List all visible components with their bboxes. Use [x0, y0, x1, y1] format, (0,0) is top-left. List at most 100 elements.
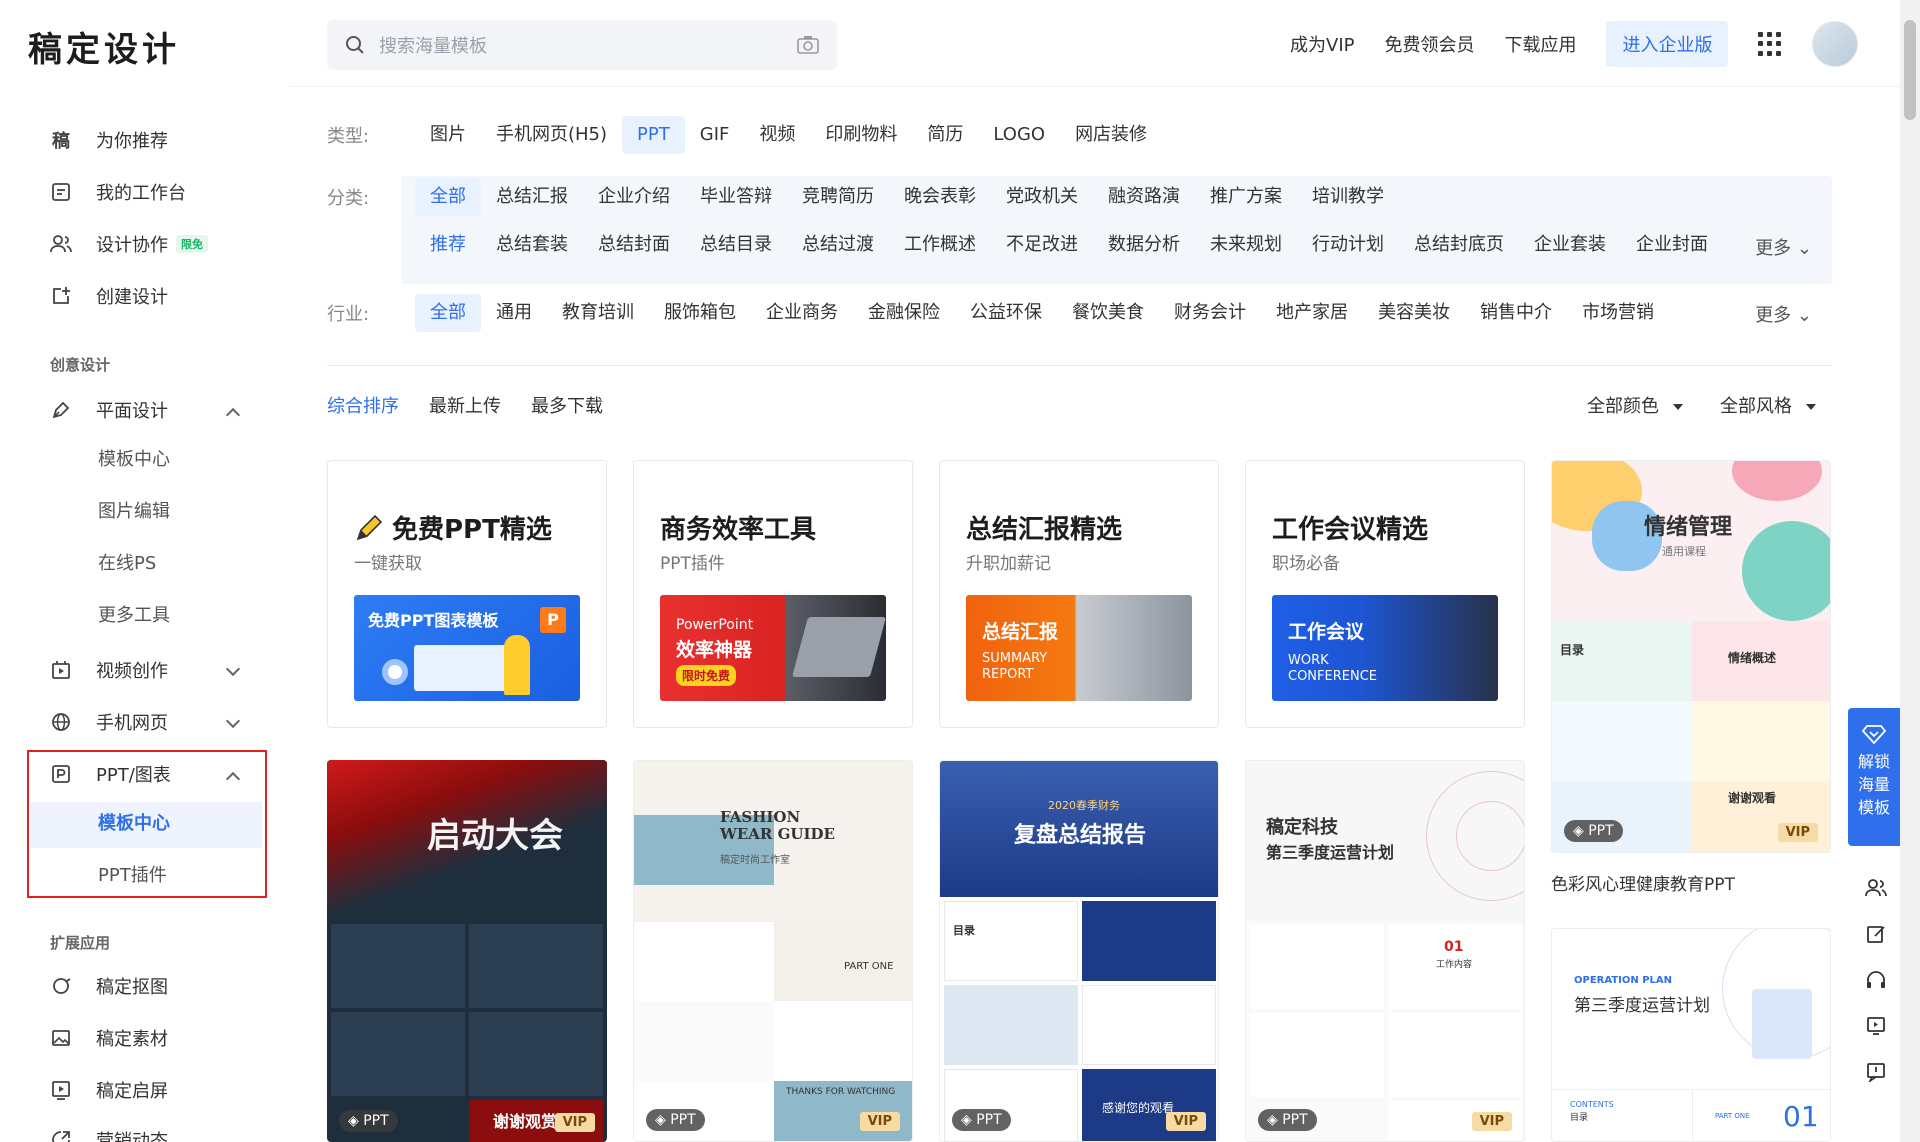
subcategory-option[interactable]: 未来规划 [1195, 226, 1297, 264]
sidebar-item-splash[interactable]: 稿定启屏 [50, 1070, 168, 1110]
sidebar-item-create[interactable]: 创建设计 [50, 276, 168, 316]
category-option[interactable]: 毕业答辩 [685, 178, 787, 216]
sort-option[interactable]: 最多下载 [531, 392, 603, 418]
headset-icon[interactable] [1852, 957, 1900, 1003]
sidebar-item-ppt[interactable]: PPT/图表 [50, 754, 171, 794]
template-card-emotion[interactable]: 情绪管理 通用课程 目录 情绪概述 谢谢观看 ◈ PPT VIP [1551, 460, 1831, 853]
sidebar-sub-ppt-plugin[interactable]: PPT插件 [98, 856, 167, 896]
enterprise-button[interactable]: 进入企业版 [1606, 21, 1729, 67]
search-box[interactable]: 搜索海量模板 [327, 20, 837, 70]
search-input[interactable]: 搜索海量模板 [379, 32, 797, 58]
sidebar-item-mobile-web[interactable]: 手机网页 [50, 702, 168, 742]
template-card-fashion[interactable]: FASHION WEAR GUIDE 稿定时尚工作室 PART ONE THAN… [633, 760, 913, 1142]
industry-option-selected[interactable]: 全部 [415, 294, 481, 332]
sidebar-item-workspace[interactable]: 我的工作台 [50, 172, 186, 212]
industry-option[interactable]: 通用 [481, 294, 547, 332]
type-option[interactable]: LOGO [978, 116, 1060, 154]
unlock-templates-button[interactable]: 解锁 海量 模板 [1848, 708, 1900, 846]
industry-option[interactable]: 市场营销 [1567, 294, 1669, 332]
subcategory-option[interactable]: 企业套装 [1519, 226, 1621, 264]
subcategory-option[interactable]: 总结过渡 [787, 226, 889, 264]
sidebar-item-video[interactable]: 视频创作 [50, 650, 168, 690]
industry-option[interactable]: 美容美妆 [1363, 294, 1465, 332]
template-card-review[interactable]: 2020春季财务 复盘总结报告 目录 感谢您的观看 ◈ PPT VIP [939, 760, 1219, 1142]
industry-option[interactable]: 企业商务 [751, 294, 853, 332]
template-caption[interactable]: 色彩风心理健康教育PPT [1551, 870, 1735, 895]
industry-option[interactable]: 教育培训 [547, 294, 649, 332]
type-option[interactable]: 网店装修 [1060, 116, 1162, 154]
chevron-down-icon[interactable] [225, 661, 241, 677]
chevron-up-icon[interactable] [225, 407, 241, 423]
template-card-q3-blue[interactable]: OPERATION PLAN 第三季度运营计划 CONTENTS 目录 PART … [1551, 928, 1831, 1142]
subcategory-option[interactable]: 总结套装 [481, 226, 583, 264]
type-option-selected[interactable]: PPT [622, 116, 685, 154]
category-more-button[interactable]: 更多 ⌄ [1755, 234, 1812, 260]
subcategory-option[interactable]: 不足改进 [991, 226, 1093, 264]
sidebar-item-cutout[interactable]: 稿定抠图 [50, 966, 168, 1006]
industry-option[interactable]: 服饰箱包 [649, 294, 751, 332]
edit-icon[interactable] [1852, 911, 1900, 957]
free-membership-link[interactable]: 免费领会员 [1384, 31, 1474, 57]
sidebar-item-recommend[interactable]: 稿 为你推荐 [50, 120, 168, 160]
type-option[interactable]: GIF [685, 116, 745, 154]
type-option[interactable]: 视频 [744, 116, 810, 154]
subcategory-option[interactable]: 总结封面 [583, 226, 685, 264]
page-scrollbar[interactable] [1900, 0, 1920, 1142]
category-option[interactable]: 晚会表彰 [889, 178, 991, 216]
category-option[interactable]: 企业介绍 [583, 178, 685, 216]
category-option[interactable]: 党政机关 [991, 178, 1093, 216]
subcategory-option[interactable]: 工作概述 [889, 226, 991, 264]
sidebar-sub-image-edit[interactable]: 图片编辑 [98, 492, 170, 532]
style-dropdown[interactable]: 全部风格 [1720, 392, 1816, 418]
subcategory-option[interactable]: 总结封底页 [1399, 226, 1519, 264]
industry-option[interactable]: 地产家居 [1261, 294, 1363, 332]
site-logo[interactable]: 稿定设计 [28, 22, 180, 71]
sidebar-item-assets[interactable]: 稿定素材 [50, 1018, 168, 1058]
feature-card-business-tools[interactable]: 商务效率工具 PPT插件 PowerPoint 效率神器 限时免费 [633, 460, 913, 728]
sort-option[interactable]: 最新上传 [429, 392, 501, 418]
subcategory-option[interactable]: 数据分析 [1093, 226, 1195, 264]
chevron-down-icon[interactable] [225, 713, 241, 729]
sidebar-sub-ppt-template-center[interactable]: 模板中心 [98, 804, 170, 844]
subcategory-option[interactable]: 企业封面 [1621, 226, 1723, 264]
template-card-launch[interactable]: 启动大会 谢谢观赏 ◈ PPT VIP [327, 760, 607, 1142]
scrollbar-thumb[interactable] [1904, 20, 1916, 120]
team-icon[interactable] [1852, 865, 1900, 911]
apps-grid-icon[interactable] [1758, 32, 1782, 56]
subcategory-option-selected[interactable]: 推荐 [415, 226, 481, 264]
become-vip-link[interactable]: 成为VIP [1290, 31, 1354, 57]
type-option[interactable]: 图片 [415, 116, 481, 154]
sidebar-item-collab[interactable]: 设计协作 限免 [50, 224, 208, 264]
category-option[interactable]: 培训教学 [1297, 178, 1399, 216]
category-option[interactable]: 竞聘简历 [787, 178, 889, 216]
template-card-q3-red[interactable]: 稿定科技 第三季度运营计划 01 工作内容 ◈ PPT VIP [1245, 760, 1525, 1142]
category-option[interactable]: 总结汇报 [481, 178, 583, 216]
sidebar-sub-online-ps[interactable]: 在线PS [98, 544, 156, 584]
avatar[interactable] [1812, 21, 1859, 67]
category-option[interactable]: 推广方案 [1195, 178, 1297, 216]
feature-card-meeting[interactable]: 工作会议精选 职场必备 工作会议 WORK CONFERENCE [1245, 460, 1525, 728]
industry-option[interactable]: 财务会计 [1159, 294, 1261, 332]
category-option[interactable]: 融资路演 [1093, 178, 1195, 216]
sort-option-selected[interactable]: 综合排序 [327, 392, 399, 418]
download-app-link[interactable]: 下载应用 [1504, 31, 1576, 57]
category-option-selected[interactable]: 全部 [415, 178, 481, 216]
feedback-icon[interactable] [1852, 1049, 1900, 1095]
sidebar-sub-template-center[interactable]: 模板中心 [98, 440, 170, 480]
industry-option[interactable]: 餐饮美食 [1057, 294, 1159, 332]
screen-icon[interactable] [1852, 1003, 1900, 1049]
subcategory-option[interactable]: 行动计划 [1297, 226, 1399, 264]
industry-option[interactable]: 金融保险 [853, 294, 955, 332]
industry-option[interactable]: 销售中介 [1465, 294, 1567, 332]
subcategory-option[interactable]: 总结目录 [685, 226, 787, 264]
color-dropdown[interactable]: 全部颜色 [1587, 392, 1683, 418]
feature-card-free-ppt[interactable]: 免费PPT精选 一键获取 免费PPT图表模板 P [327, 460, 607, 728]
industry-more-button[interactable]: 更多 ⌄ [1755, 301, 1812, 327]
feature-card-summary[interactable]: 总结汇报精选 升职加薪记 总结汇报 SUMMARY REPORT [939, 460, 1219, 728]
type-option[interactable]: 手机网页(H5) [481, 116, 622, 154]
sidebar-item-flat-design[interactable]: 平面设计 [50, 390, 168, 430]
camera-icon[interactable] [797, 35, 819, 55]
sidebar-item-marketing[interactable]: 营销动态 [50, 1120, 168, 1142]
industry-option[interactable]: 公益环保 [955, 294, 1057, 332]
type-option[interactable]: 印刷物料 [810, 116, 912, 154]
